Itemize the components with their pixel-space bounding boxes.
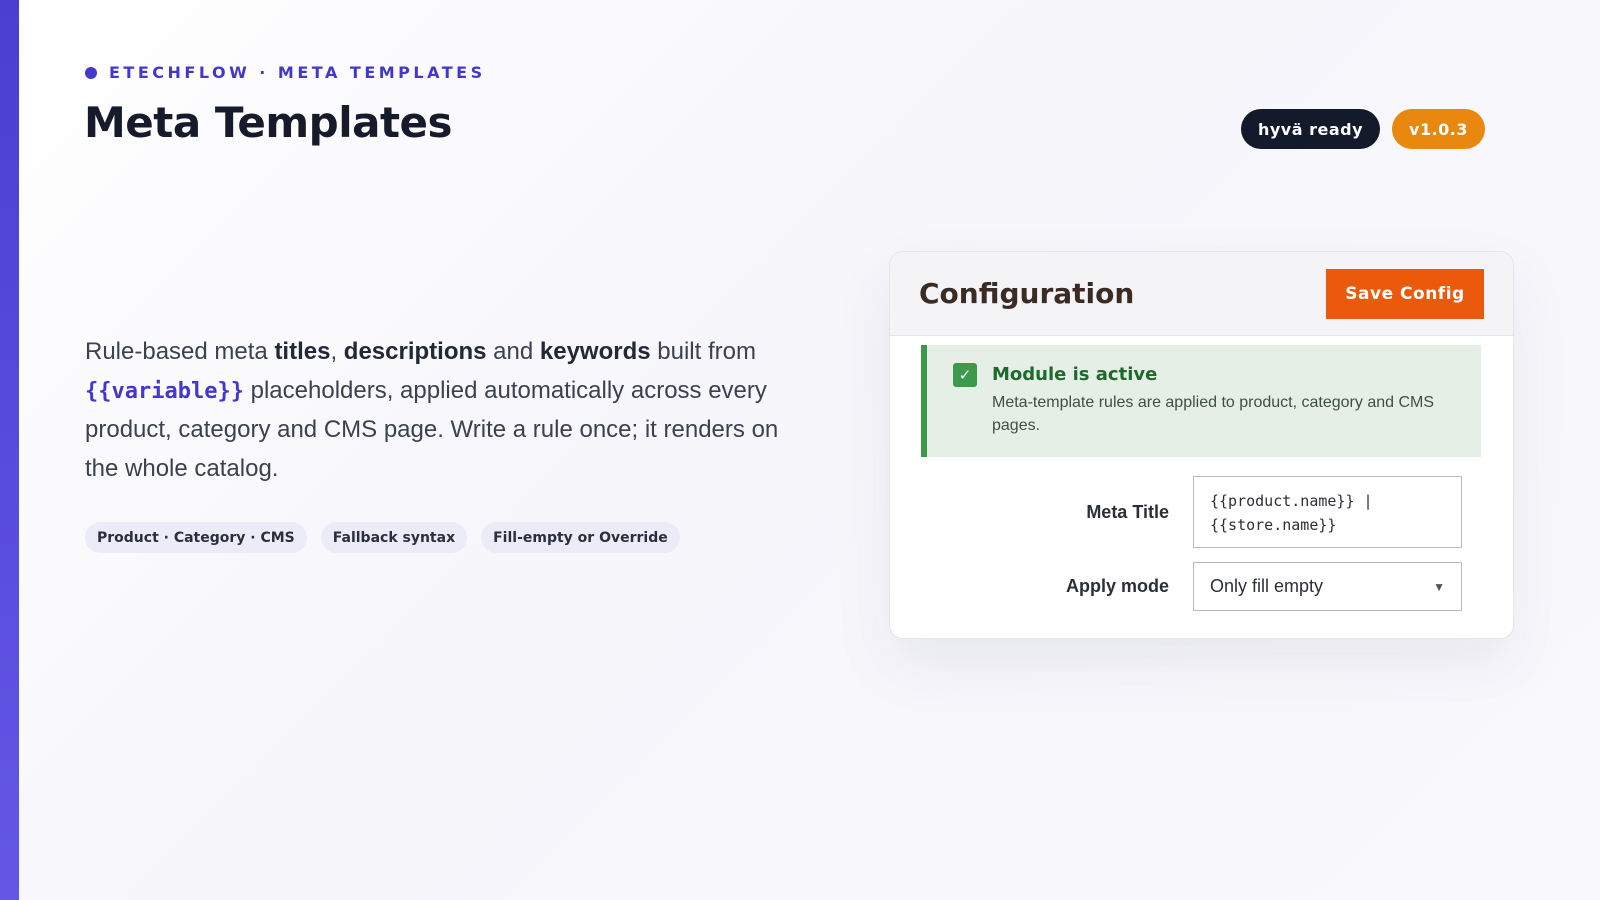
module-active-notice: ✓ Module is active Meta-template rules a… <box>921 345 1481 457</box>
lead-text: built from <box>650 338 756 365</box>
notice-text: Meta-template rules are applied to produ… <box>992 394 1435 434</box>
lead-variable-code: {{variable}} <box>85 378 244 404</box>
apply-mode-value: Only fill empty <box>1210 576 1324 596</box>
apply-mode-label: Apply mode <box>1065 576 1169 596</box>
configuration-card: Configuration Save Config ✓ Module is ac… <box>889 251 1514 639</box>
lead-text: , <box>330 338 344 365</box>
feature-chips: Product · Category · CMS Fallback syntax… <box>85 522 680 553</box>
chevron-down-icon: ▼ <box>1433 579 1445 594</box>
save-config-button[interactable]: Save Config <box>1326 268 1484 319</box>
chip-fallback: Fallback syntax <box>320 522 468 553</box>
hyva-ready-badge: hyvä ready <box>1240 109 1381 149</box>
notice-body: Module is active Meta-template rules are… <box>992 363 1461 457</box>
apply-mode-row: Apply mode Only fill empty ▼ <box>890 562 1513 611</box>
meta-title-input[interactable]: {{product.name}} | {{store.name}} <box>1193 476 1462 548</box>
lead-bold-descriptions: descriptions <box>343 338 487 365</box>
card-header: Configuration Save Config <box>890 252 1513 336</box>
eyebrow-text: ETECHFLOW · META TEMPLATES <box>109 63 486 82</box>
eyebrow-dot-icon <box>85 66 97 79</box>
chip-scope: Product · Category · CMS <box>85 522 307 553</box>
lead-bold-keywords: keywords <box>539 338 651 365</box>
badge-group: hyvä ready v1.0.3 <box>1240 109 1485 149</box>
left-accent-bar <box>0 0 19 900</box>
page-title: Meta Templates <box>84 98 453 147</box>
apply-mode-select[interactable]: Only fill empty ▼ <box>1193 562 1462 611</box>
meta-title-label: Meta Title <box>1086 501 1169 522</box>
lead-bold-titles: titles <box>274 338 331 365</box>
eyebrow: ETECHFLOW · META TEMPLATES <box>85 63 486 82</box>
notice-title: Module is active <box>992 364 1158 385</box>
version-badge: v1.0.3 <box>1392 109 1485 149</box>
lead-text: Rule-based meta <box>85 338 275 365</box>
chip-mode: Fill-empty or Override <box>481 522 680 553</box>
lead-text: and <box>486 338 540 365</box>
checkmark-icon: ✓ <box>953 363 977 387</box>
meta-title-row: Meta Title {{product.name}} | {{store.na… <box>890 476 1513 548</box>
card-title: Configuration <box>919 277 1135 310</box>
lead-paragraph: Rule-based meta titles, descriptions and… <box>85 333 785 488</box>
